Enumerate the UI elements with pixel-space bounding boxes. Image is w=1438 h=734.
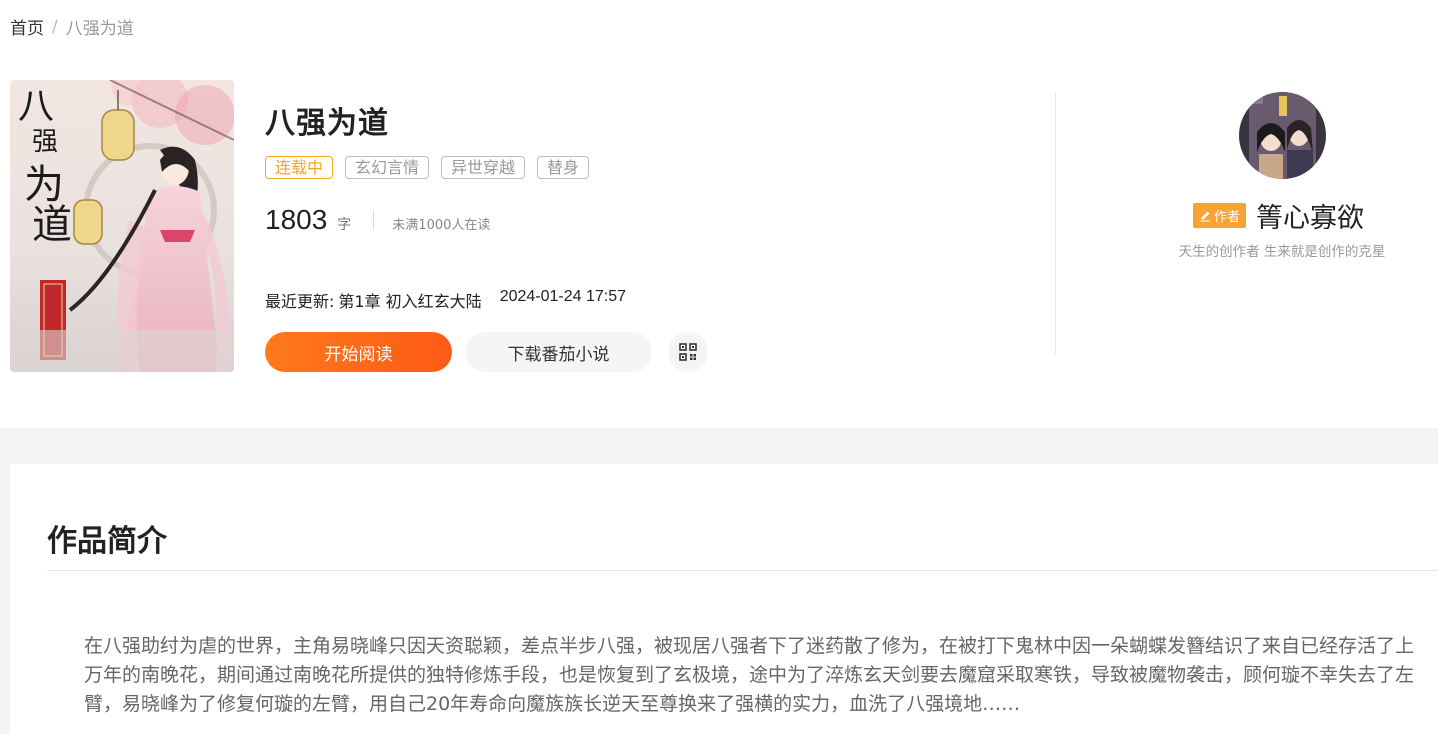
latest-update-label: 最近更新: xyxy=(265,292,335,311)
author-badge: 作者 xyxy=(1193,203,1247,228)
stats-divider xyxy=(373,210,375,230)
avatar-image xyxy=(1239,92,1326,179)
download-app-button[interactable]: 下载番茄小说 xyxy=(465,332,652,372)
author-bio: 天生的创作者 生来就是创作的克星 xyxy=(1178,244,1386,260)
author-avatar[interactable] xyxy=(1239,92,1326,179)
qr-code-button[interactable] xyxy=(668,332,708,372)
cover-illustration: 八 强 为 道 xyxy=(10,80,234,372)
tag-status: 连载中 xyxy=(265,156,334,179)
book-tags: 连载中 玄幻言情 异世穿越 替身 xyxy=(265,156,590,179)
reader-count: 未满1000人在读 xyxy=(392,218,491,233)
intro-card: 作品简介 在八强助纣为虐的世界，主角易晓峰只因天资聪颖，差点半步八强，被现居八强… xyxy=(10,464,1438,734)
author-badge-label: 作者 xyxy=(1214,210,1241,225)
section-divider xyxy=(1055,92,1056,354)
pen-icon xyxy=(1200,211,1210,221)
author-info: 作者 箐心寡欲 xyxy=(1193,196,1364,235)
book-cover[interactable]: 八 强 为 道 xyxy=(10,80,234,372)
latest-update-time: 2024-01-24 17:57 xyxy=(499,288,627,305)
tag-genre[interactable]: 玄幻言情 xyxy=(345,156,430,179)
intro-text: 在八强助纣为虐的世界，主角易晓峰只因天资聪颖，差点半步八强，被现居八强者下了迷药… xyxy=(84,635,1415,715)
breadcrumb-separator: / xyxy=(52,16,58,37)
cover-title-char: 八 xyxy=(18,86,54,127)
tag-genre[interactable]: 替身 xyxy=(537,156,590,179)
book-stats: 1803 字 未满1000人在读 xyxy=(265,204,490,236)
start-reading-button[interactable]: 开始阅读 xyxy=(265,332,452,372)
qr-code-icon xyxy=(679,343,697,361)
breadcrumb: 首页 / 八强为道 xyxy=(10,14,134,40)
cover-title-char: 道 xyxy=(32,202,72,248)
intro-divider xyxy=(47,570,1438,571)
breadcrumb-current: 八强为道 xyxy=(65,19,134,39)
breadcrumb-home-link[interactable]: 首页 xyxy=(10,14,44,39)
word-unit: 字 xyxy=(337,217,352,233)
latest-update: 最近更新: 第1章 初入红玄大陆 2024-01-24 17:57 xyxy=(265,288,626,312)
word-count: 1803 xyxy=(265,204,328,235)
tag-genre[interactable]: 异世穿越 xyxy=(441,156,526,179)
author-name[interactable]: 箐心寡欲 xyxy=(1256,196,1364,235)
intro-heading: 作品简介 xyxy=(47,524,167,559)
book-title: 八强为道 xyxy=(265,106,389,141)
cover-title-char: 强 xyxy=(32,127,58,157)
latest-chapter-link[interactable]: 第1章 初入红玄大陆 xyxy=(338,288,481,312)
